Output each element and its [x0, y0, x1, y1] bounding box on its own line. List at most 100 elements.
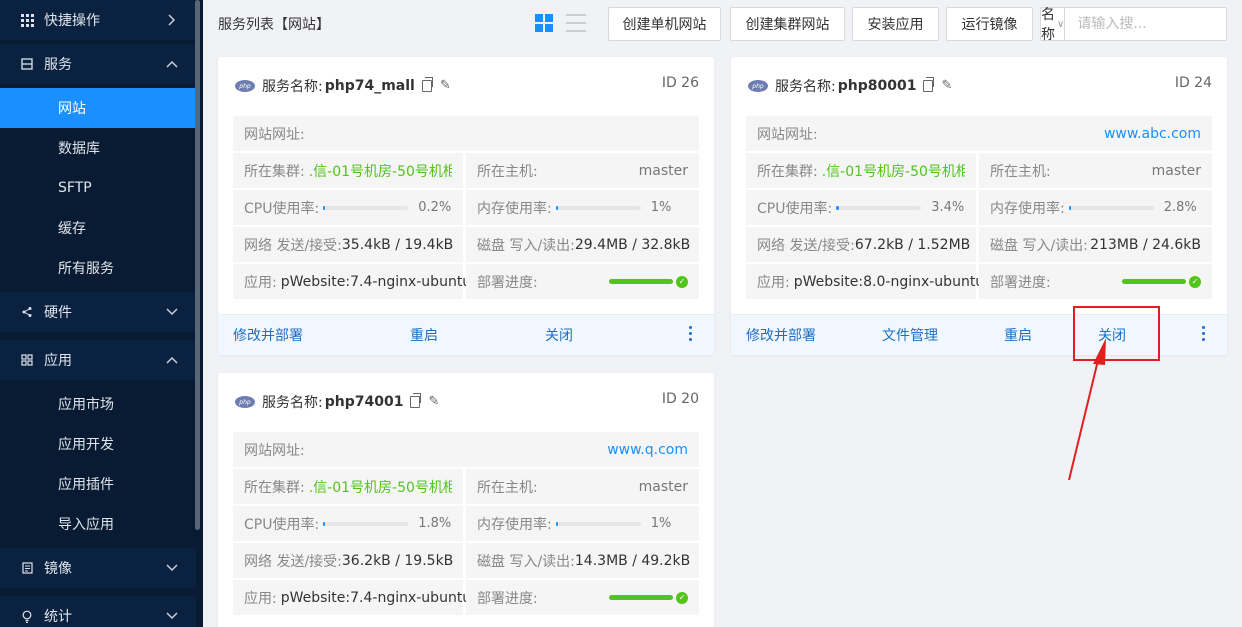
app-cell: 应用: pWebsite:7.4-nginx-ubuntu [233, 264, 471, 299]
sidebar-group-label: 镜像 [44, 561, 72, 577]
mem-label: 内存使用率: [990, 200, 1065, 217]
modify-deploy-button[interactable]: 修改并部署 [746, 315, 816, 355]
page-title: 服务列表【网站】 [218, 17, 330, 33]
deploy-cell: 部署进度: ✓ [466, 580, 699, 615]
copy-icon[interactable] [421, 77, 433, 92]
info-row: 应用: pWebsite:7.4-nginx-ubuntu 部署进度: ✓ [233, 580, 699, 615]
sidebar-group-image[interactable]: 镜像 [0, 548, 196, 588]
php-logo-icon: php [748, 80, 768, 92]
more-icon[interactable] [689, 326, 692, 341]
deploy-label: 部署进度: [990, 274, 1051, 291]
host-value: master [638, 478, 688, 495]
edit-icon[interactable]: ✎ [941, 79, 953, 92]
search-input[interactable] [1065, 8, 1242, 40]
topbar: 服务列表【网站】 创建单机网站 创建集群网站 安装应用 运行镜像 名称 ∨ [203, 0, 1242, 48]
sidebar-item-cache[interactable]: 缓存 [0, 208, 196, 248]
host-label: 所在主机: [477, 479, 538, 496]
highlight-box [1073, 306, 1160, 361]
sidebar-item-import-app[interactable]: 导入应用 [0, 504, 196, 544]
cluster-cell: 所在集群: .信-01号机房-50号机柜 [233, 469, 463, 504]
copy-icon[interactable] [410, 393, 422, 408]
copy-icon[interactable] [923, 77, 935, 92]
deploy-progress-bar [1122, 279, 1186, 284]
php-logo-icon: php [235, 396, 255, 408]
sidebar: 快捷操作 服务 网站 数据库 SFTP 缓存 所有服务 硬件 应用 应用市场 应… [0, 0, 203, 627]
sidebar-item-website[interactable]: 网站 [0, 88, 196, 128]
mem-usage-text: 2.8% [1163, 200, 1197, 215]
disk-value: 29.4MB / 32.8kB [574, 236, 691, 253]
deploy-progress: ✓ [609, 275, 688, 288]
run-image-button[interactable]: 运行镜像 [946, 7, 1033, 41]
chevron-up-icon [166, 354, 178, 366]
sidebar-item-database[interactable]: 数据库 [0, 128, 196, 168]
service-name: php74_mall [324, 78, 415, 94]
sidebar-item-app-market[interactable]: 应用市场 [0, 384, 196, 424]
sidebar-scrollbar[interactable] [195, 0, 200, 530]
php-logo-icon: php [235, 80, 255, 92]
service-name-label: 服务名称: [262, 79, 323, 95]
site-url-value[interactable]: www.abc.com [1104, 126, 1201, 142]
search-field-select[interactable]: 名称 ∨ [1041, 7, 1066, 43]
sidebar-group-shortcut[interactable]: 快捷操作 [0, 0, 196, 40]
restart-button[interactable]: 重启 [410, 315, 438, 355]
disk-value: 213MB / 24.6kB [1090, 236, 1201, 253]
disk-value: 14.3MB / 49.2kB [574, 552, 691, 569]
edit-icon[interactable]: ✎ [440, 79, 452, 92]
sidebar-item-sftp[interactable]: SFTP [0, 168, 196, 208]
restart-button[interactable]: 重启 [1004, 315, 1032, 355]
bulb-icon [20, 609, 34, 623]
sidebar-group-stats[interactable]: 统计 [0, 596, 196, 627]
modify-deploy-button[interactable]: 修改并部署 [233, 315, 303, 355]
info-row: 所在集群: .信-01号机房-50号机柜 所在主机: master [233, 153, 699, 188]
check-icon: ✓ [676, 591, 688, 604]
app-label: 应用: [244, 590, 277, 607]
app-value: pWebsite:7.4-nginx-ubuntu [280, 589, 472, 606]
service-id: ID 24 [1174, 75, 1212, 91]
create-standalone-site-button[interactable]: 创建单机网站 [608, 7, 721, 41]
cpu-usage-text: 0.2% [418, 200, 452, 215]
list-view-icon[interactable] [566, 14, 586, 32]
grid-view-icon[interactable] [535, 14, 553, 32]
net-cell: 网络 发送/接受: 36.2kB / 19.5kB [233, 543, 463, 578]
site-url-value[interactable]: www.q.com [607, 442, 688, 458]
card-header: php 服务名称: php74001 ✎ ID 20 [218, 373, 714, 431]
card-title: 服务名称: php74001 ✎ [262, 392, 440, 412]
cpu-usage-fill [323, 521, 326, 526]
service-name-label: 服务名称: [775, 79, 836, 95]
host-cell: 所在主机: master [466, 469, 699, 504]
sidebar-item-all-services[interactable]: 所有服务 [0, 248, 196, 288]
sidebar-group-service[interactable]: 服务 [0, 44, 196, 84]
site-url-cell: 网站网址: www.q.com [233, 432, 699, 467]
service-card-php74-mall: php 服务名称: php74_mall ✎ ID 26 网站网址: 所在集群:… [218, 57, 714, 355]
install-app-button[interactable]: 安装应用 [852, 7, 939, 41]
info-row: 所在集群: .信-01号机房-50号机柜 所在主机: master [746, 153, 1212, 188]
mem-usage-fill [1068, 205, 1071, 210]
info-row: CPU使用率: 0.2% 内存使用率: 1% [233, 190, 699, 225]
info-row: CPU使用率: 1.8% 内存使用率: 1% [233, 506, 699, 541]
grid-icon [20, 13, 34, 27]
sidebar-group-app[interactable]: 应用 [0, 340, 196, 380]
stop-button[interactable]: 关闭 [545, 315, 573, 355]
cpu-cell: CPU使用率: 1.8% [233, 506, 463, 541]
deploy-cell: 部署进度: ✓ [466, 264, 699, 299]
host-cell: 所在主机: master [466, 153, 699, 188]
cpu-label: CPU使用率: [757, 200, 833, 217]
service-name: php74001 [324, 394, 404, 410]
sidebar-item-app-dev[interactable]: 应用开发 [0, 424, 196, 464]
create-cluster-site-button[interactable]: 创建集群网站 [730, 7, 845, 41]
app-label: 应用: [244, 274, 277, 291]
mem-usage-text: 1% [650, 200, 672, 215]
edit-icon[interactable]: ✎ [428, 395, 440, 408]
file-manager-button[interactable]: 文件管理 [882, 315, 938, 355]
deploy-cell: 部署进度: ✓ [979, 264, 1212, 299]
sidebar-item-app-plugin[interactable]: 应用插件 [0, 464, 196, 504]
disk-cell: 磁盘 写入/读出: 213MB / 24.6kB [979, 227, 1212, 262]
deploy-progress: ✓ [609, 591, 688, 604]
mem-cell: 内存使用率: 1% [466, 190, 699, 225]
site-url-cell: 网站网址: www.abc.com [746, 116, 1212, 151]
app-cell: 应用: pWebsite:8.0-nginx-ubuntu [746, 264, 984, 299]
sidebar-group-hardware[interactable]: 硬件 [0, 292, 196, 332]
more-icon[interactable] [1202, 326, 1205, 341]
app-value: pWebsite:7.4-nginx-ubuntu [280, 273, 472, 290]
cpu-label: CPU使用率: [244, 516, 320, 533]
